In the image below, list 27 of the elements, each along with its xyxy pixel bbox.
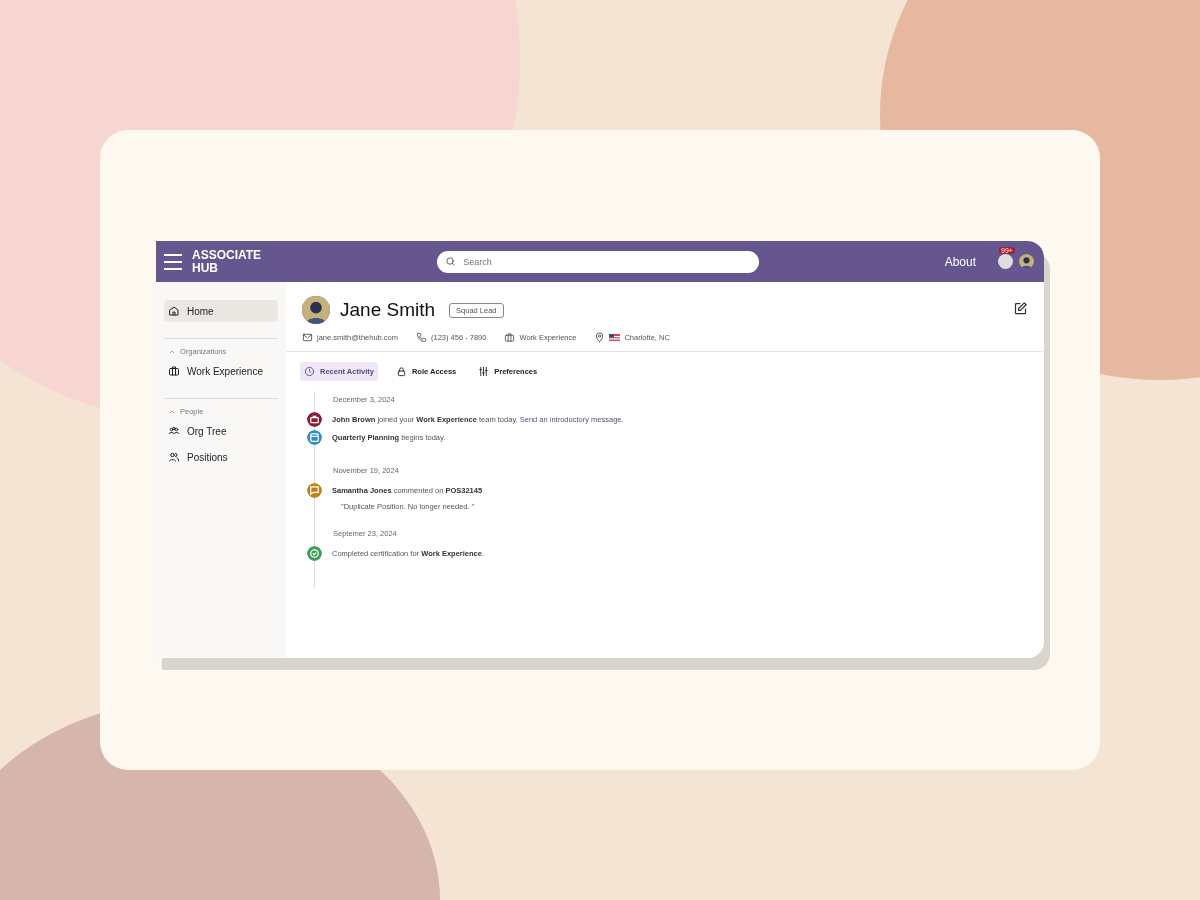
avatar: [1019, 254, 1034, 269]
notification-icon[interactable]: [998, 254, 1013, 269]
clock-icon: [304, 366, 315, 377]
flag-icon: [609, 334, 621, 341]
sliders-icon: [478, 366, 490, 377]
search-icon: [445, 256, 457, 267]
mail-icon: [302, 332, 313, 343]
sidebar-item[interactable]: Org Tree: [164, 420, 278, 442]
home-icon: [168, 305, 180, 317]
briefcase-icon: [504, 332, 516, 343]
sidebar-item[interactable]: Positions: [164, 446, 278, 468]
brand-name: HUB: [192, 261, 219, 275]
about-link[interactable]: About: [944, 254, 976, 269]
group-icon: [168, 425, 180, 437]
profile-avatar: [302, 296, 330, 324]
search-field[interactable]: Search: [437, 250, 760, 273]
menu-icon[interactable]: [164, 252, 182, 271]
sidebar-item[interactable]: Home: [164, 300, 278, 322]
edit-icon: [1013, 300, 1028, 316]
pin-icon: [594, 332, 606, 343]
sidebar-item[interactable]: Work Experience: [164, 360, 278, 382]
brand-name: ASSOCIATE: [192, 248, 262, 262]
profile-name: Jane Smith: [340, 299, 436, 321]
people-icon: [168, 451, 180, 463]
phone-icon: [416, 332, 427, 343]
briefcase-icon: [168, 365, 180, 377]
lock-icon: [395, 366, 407, 377]
